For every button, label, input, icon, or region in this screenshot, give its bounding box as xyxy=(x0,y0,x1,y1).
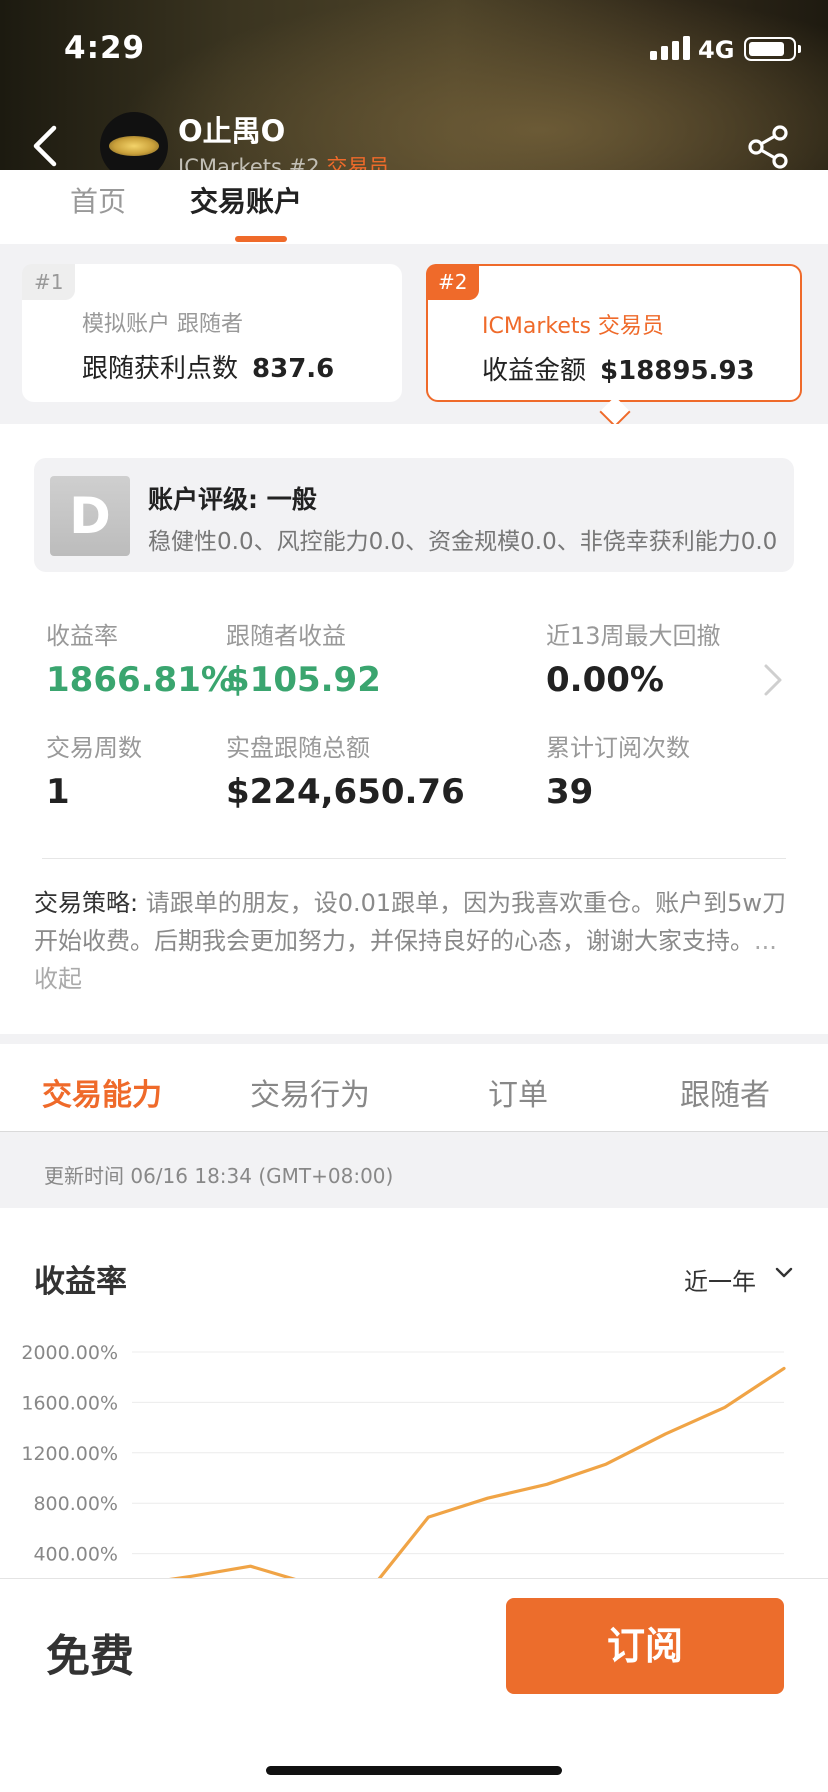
tab-followers[interactable]: 跟随者 xyxy=(680,1070,770,1114)
metric-label: 跟随获利点数 xyxy=(82,354,239,384)
rating-detail: 稳健性0.0、风控能力0.0、资金规模0.0、非侥幸获利能力0.0 xyxy=(148,529,778,555)
account-metric: 跟随获利点数 837.6 xyxy=(82,348,334,385)
series-line xyxy=(168,1366,786,1578)
chevron-left-icon[interactable] xyxy=(28,124,66,168)
account-metric: 收益金额 $18895.93 xyxy=(482,350,755,387)
strategy-label: 交易策略: xyxy=(34,889,139,917)
network-type: 4G xyxy=(698,36,735,64)
divider xyxy=(42,858,786,859)
y-tick-label: 800.00% xyxy=(33,1493,118,1515)
top-tab-bar: 首页 交易账户 xyxy=(0,170,828,244)
chevron-right-icon[interactable] xyxy=(762,662,784,698)
y-tick-label: 1600.00% xyxy=(21,1392,118,1414)
section-tab-bar: 交易能力 交易行为 订单 跟随者 xyxy=(0,1044,828,1132)
update-time: 更新时间 06/16 18:34 (GMT+08:00) xyxy=(44,1164,394,1188)
metric-label: 收益金额 xyxy=(482,356,587,386)
account-card-1[interactable]: #1 模拟账户 跟随者 跟随获利点数 837.6 xyxy=(22,264,402,402)
tab-trading-account[interactable]: 交易账户 xyxy=(190,180,302,220)
rating-title: 账户评级: 一般 xyxy=(148,485,317,514)
stat-label-follower-profit: 跟随者收益 xyxy=(226,622,346,650)
home-indicator xyxy=(266,1766,562,1775)
price-label: 免费 xyxy=(46,1631,134,1682)
signal-bars-icon xyxy=(650,36,692,60)
y-tick-label: 400.00% xyxy=(33,1544,118,1566)
status-time: 4:29 xyxy=(64,30,146,66)
return-line-chart: 2000.00% 1600.00% 1200.00% 800.00% 400.00% xyxy=(21,1342,786,1578)
subscribe-button[interactable]: 订阅 xyxy=(506,1598,784,1694)
account-card-2[interactable]: #2 ICMarkets 交易员 收益金额 $18895.93 xyxy=(426,264,802,402)
stat-label-return: 收益率 xyxy=(46,622,118,650)
chevron-down-icon[interactable] xyxy=(774,1266,794,1280)
stat-value-trading-weeks: 1 xyxy=(46,772,70,812)
stat-value-follower-profit: $105.92 xyxy=(226,660,381,700)
tab-trading-behavior[interactable]: 交易行为 xyxy=(250,1070,370,1114)
update-time-bar: 更新时间 06/16 18:34 (GMT+08:00) xyxy=(0,1132,828,1208)
stat-label-max-drawdown: 近13周最大回撤 xyxy=(546,622,721,650)
stat-label-trading-weeks: 交易周数 xyxy=(46,734,142,762)
stat-value-return: 1866.81% xyxy=(46,660,235,700)
stat-label-follow-total: 实盘跟随总额 xyxy=(226,734,370,762)
section-separator xyxy=(0,1034,828,1044)
battery-icon xyxy=(744,37,801,61)
y-tick-label: 2000.00% xyxy=(21,1342,118,1364)
active-tab-indicator xyxy=(235,236,287,242)
metric-value: 837.6 xyxy=(252,354,335,384)
account-badge: #2 xyxy=(426,264,480,300)
account-badge: #1 xyxy=(22,264,76,300)
tab-trading-ability[interactable]: 交易能力 xyxy=(42,1070,162,1114)
account-type: 模拟账户 跟随者 xyxy=(82,312,243,337)
tab-home[interactable]: 首页 xyxy=(70,180,126,220)
username: O止禺O xyxy=(178,114,286,148)
strategy-text: 交易策略: 请跟单的朋友，设0.01跟单，因为我喜欢重仓。账户到5w刀开始收费。… xyxy=(34,884,794,998)
rating-grade-badge: D xyxy=(50,476,130,556)
period-selector[interactable]: 近一年 xyxy=(684,1262,756,1297)
account-switcher: #1 模拟账户 跟随者 跟随获利点数 837.6 #2 ICMarkets 交易员… xyxy=(0,244,828,424)
stat-value-max-drawdown: 0.00% xyxy=(546,660,664,700)
y-tick-label: 1200.00% xyxy=(21,1443,118,1465)
account-type: ICMarkets 交易员 xyxy=(482,314,664,339)
stat-value-subscriptions: 39 xyxy=(546,772,594,812)
tab-orders[interactable]: 订单 xyxy=(488,1070,548,1114)
share-icon[interactable] xyxy=(744,122,794,172)
strategy-body: 请跟单的朋友，设0.01跟单，因为我喜欢重仓。账户到5w刀开始收费。后期我会更加… xyxy=(34,889,787,955)
stat-value-follow-total: $224,650.76 xyxy=(226,772,465,812)
metric-value: $18895.93 xyxy=(600,356,755,386)
stat-label-subscriptions: 累计订阅次数 xyxy=(546,734,690,762)
chart-title: 收益率 xyxy=(34,1264,127,1300)
